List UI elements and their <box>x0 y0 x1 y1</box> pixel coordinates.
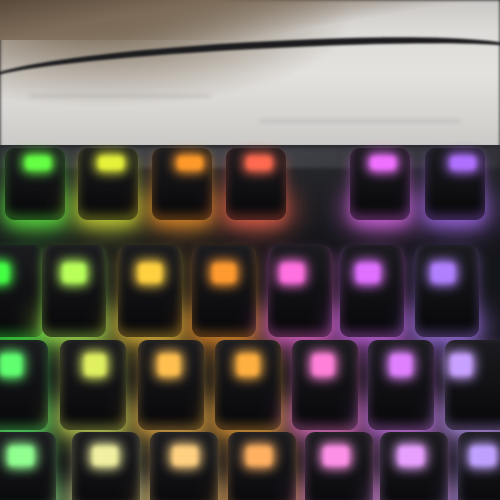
keycap <box>192 245 256 337</box>
key-legend-light <box>84 354 106 376</box>
key-legend-light <box>8 446 34 466</box>
key-legend-light <box>390 354 412 376</box>
keycap <box>340 245 404 337</box>
key-legend-light <box>25 156 51 170</box>
key-legend-light <box>450 354 472 376</box>
key-legend-light <box>356 263 380 283</box>
keycap <box>0 432 56 500</box>
key-legend-light <box>450 156 476 170</box>
key-legend-light <box>323 446 349 466</box>
keycap <box>380 432 448 500</box>
photo-scene <box>0 0 500 500</box>
fabric-fold <box>30 95 210 97</box>
key-legend-light <box>98 156 124 170</box>
key-legend-light <box>0 354 22 376</box>
keycap <box>118 245 182 337</box>
key-legend-light <box>246 156 272 170</box>
fabric-shadow <box>0 0 500 40</box>
key-legend-light <box>312 354 334 376</box>
keycap <box>458 432 500 500</box>
key-legend-light <box>398 446 424 466</box>
key-legend-light <box>237 354 259 376</box>
key-legend-light <box>177 156 203 170</box>
keycap <box>72 432 140 500</box>
key-legend-light <box>280 263 304 283</box>
key-legend-light <box>470 446 496 466</box>
keycap <box>150 432 218 500</box>
keycap <box>42 245 106 337</box>
fabric-fold <box>260 120 460 122</box>
key-legend-light <box>0 263 9 283</box>
key-legend-light <box>158 354 180 376</box>
key-legend-light <box>172 446 198 466</box>
keycap <box>415 245 479 337</box>
key-legend-light <box>92 446 118 466</box>
keycap <box>268 245 332 337</box>
key-legend-light <box>246 446 272 466</box>
key-legend-light <box>62 263 86 283</box>
key-legend-light <box>212 263 236 283</box>
keycap <box>305 432 373 500</box>
key-legend-light <box>431 263 455 283</box>
key-legend-light <box>138 263 162 283</box>
key-legend-light <box>370 156 396 170</box>
keycap <box>228 432 296 500</box>
